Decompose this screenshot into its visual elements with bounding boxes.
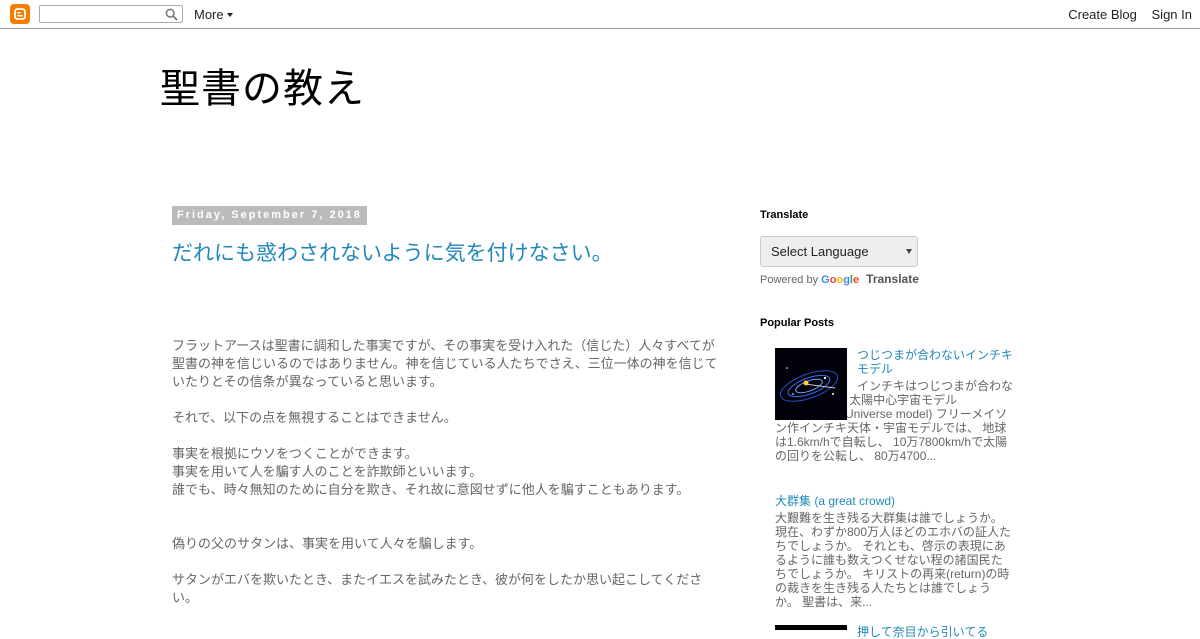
google-translate-link[interactable]: Translate <box>866 272 919 286</box>
chevron-down-icon <box>226 13 233 17</box>
more-menu-button[interactable]: More <box>194 7 233 22</box>
popular-post-thumbnail[interactable] <box>775 348 847 420</box>
post-paragraph: 誰でも、時々無知のために自分を欺き、それ故に意図せずに他人を騙すこともあります。 <box>172 483 690 498</box>
popular-post-item: 大群集 (a great crowd) 大艱難を生き残る大群集は誰でしょうか。現… <box>775 494 1013 609</box>
post-paragraph: サタンがエバを欺いたとき、またイエスを試みたとき、彼が何をしたか思い起こしてくだ… <box>172 573 703 606</box>
search-icon[interactable] <box>165 8 178 21</box>
powered-by-google: Powered by Google Translate <box>760 272 919 286</box>
language-select[interactable]: Select Language <box>760 236 918 267</box>
post-date-header: Friday, September 7, 2018 <box>172 206 367 225</box>
post-paragraph: 偽りの父のサタンは、事実を用いて人々を騙します。 <box>172 537 483 552</box>
translate-heading: Translate <box>760 209 809 221</box>
nav-right-links: Create Blog Sign In <box>1057 7 1192 22</box>
popular-post-item: つじつまが合わないインチキモデル インチキはつじつまが合わなくなります。 太陽中… <box>775 348 1013 463</box>
create-blog-link[interactable]: Create Blog <box>1068 7 1137 22</box>
popular-post-item: 押して奈目から引いてる <box>775 625 1013 639</box>
post-body: フラットアースは聖書に調和した事実ですが、その事実を受け入れた（信じた）人々すべ… <box>172 338 722 608</box>
post-paragraph: それで、以下の点を無視することはできません。 <box>172 411 457 426</box>
blogger-logo-icon[interactable] <box>10 4 30 24</box>
blog-title[interactable]: 聖書の教え <box>160 64 365 114</box>
language-select-value: Select Language <box>771 244 869 259</box>
popular-post-title[interactable]: つじつまが合わないインチキモデル <box>857 348 1013 376</box>
popular-post-thumbnail[interactable] <box>775 625 847 630</box>
popular-post-title[interactable]: 押して奈目から引いてる <box>857 625 1013 639</box>
blogger-navbar: More Create Blog Sign In <box>0 0 1200 29</box>
powered-by-label: Powered by <box>760 274 819 286</box>
google-logo[interactable]: Google <box>821 274 859 286</box>
popular-posts-heading: Popular Posts <box>760 317 834 329</box>
popular-post-snippet: 大艱難を生き残る大群集は誰でしょうか。現在、わずか800万人ほどのエホバの証人た… <box>775 511 1012 609</box>
popular-post-title[interactable]: 大群集 (a great crowd) <box>775 494 1013 508</box>
more-menu-label: More <box>194 7 224 22</box>
post-paragraph: 事実を用いて人を騙す人のことを詐欺師といいます。 <box>172 465 483 480</box>
search-input[interactable] <box>39 5 183 23</box>
post-title[interactable]: だれにも惑わされないように気を付けなさい。 <box>172 239 613 267</box>
dropdown-arrow-icon <box>906 249 912 254</box>
post-paragraph: フラットアースは聖書に調和した事実ですが、その事実を受け入れた（信じた）人々すべ… <box>172 339 718 390</box>
sign-in-link[interactable]: Sign In <box>1152 7 1192 22</box>
post-paragraph: 事実を根拠にウソをつくことができます。 <box>172 447 418 462</box>
